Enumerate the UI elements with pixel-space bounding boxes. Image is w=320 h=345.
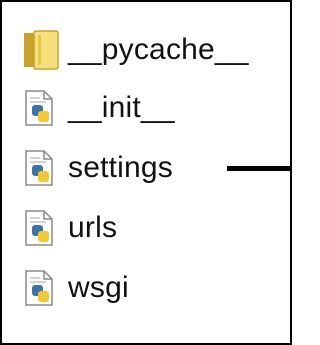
file-label: settings (68, 151, 173, 184)
python-file-icon (22, 205, 68, 251)
list-item-urls[interactable]: urls (22, 198, 287, 258)
list-item-settings[interactable]: settings (22, 138, 292, 198)
folder-icon (22, 27, 68, 73)
file-label: urls (68, 211, 118, 244)
list-item-wsgi[interactable]: wsgi (22, 258, 287, 318)
python-file-icon (22, 265, 68, 311)
list-item-pycache[interactable]: __pycache__ (22, 22, 287, 78)
python-file-icon (22, 85, 68, 131)
file-tree-panel: __pycache__ __init__ settings urls wsgi (0, 0, 292, 345)
python-file-icon (22, 145, 68, 191)
list-item-init[interactable]: __init__ (22, 78, 287, 138)
file-label: wsgi (68, 271, 129, 304)
pointer-arrow (227, 166, 292, 171)
file-label: __pycache__ (68, 33, 249, 66)
file-list: __pycache__ __init__ settings urls wsgi (22, 22, 292, 318)
file-label: __init__ (68, 91, 175, 124)
